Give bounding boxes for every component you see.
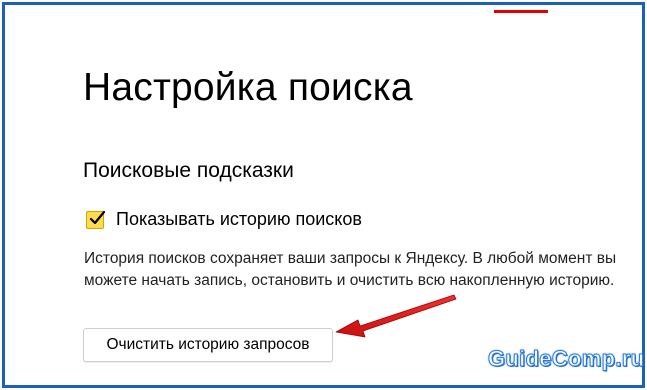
active-tab-indicator: [494, 10, 548, 13]
section-title: Поисковые подсказки: [83, 159, 294, 182]
checkmark-icon: [89, 210, 106, 224]
site-watermark: GuideComp.ru: [487, 346, 645, 372]
history-description: История поисков сохраняет ваши запросы к…: [84, 250, 617, 289]
red-arrow-icon: [335, 294, 457, 338]
show-history-checkbox[interactable]: [86, 210, 106, 229]
show-history-label[interactable]: Показывать историю поисков: [116, 209, 362, 230]
clear-history-button[interactable]: Очистить историю запросов: [83, 328, 333, 362]
show-history-option[interactable]: Показывать историю поисков: [86, 209, 362, 230]
page-title: Настройка поиска: [83, 66, 413, 109]
